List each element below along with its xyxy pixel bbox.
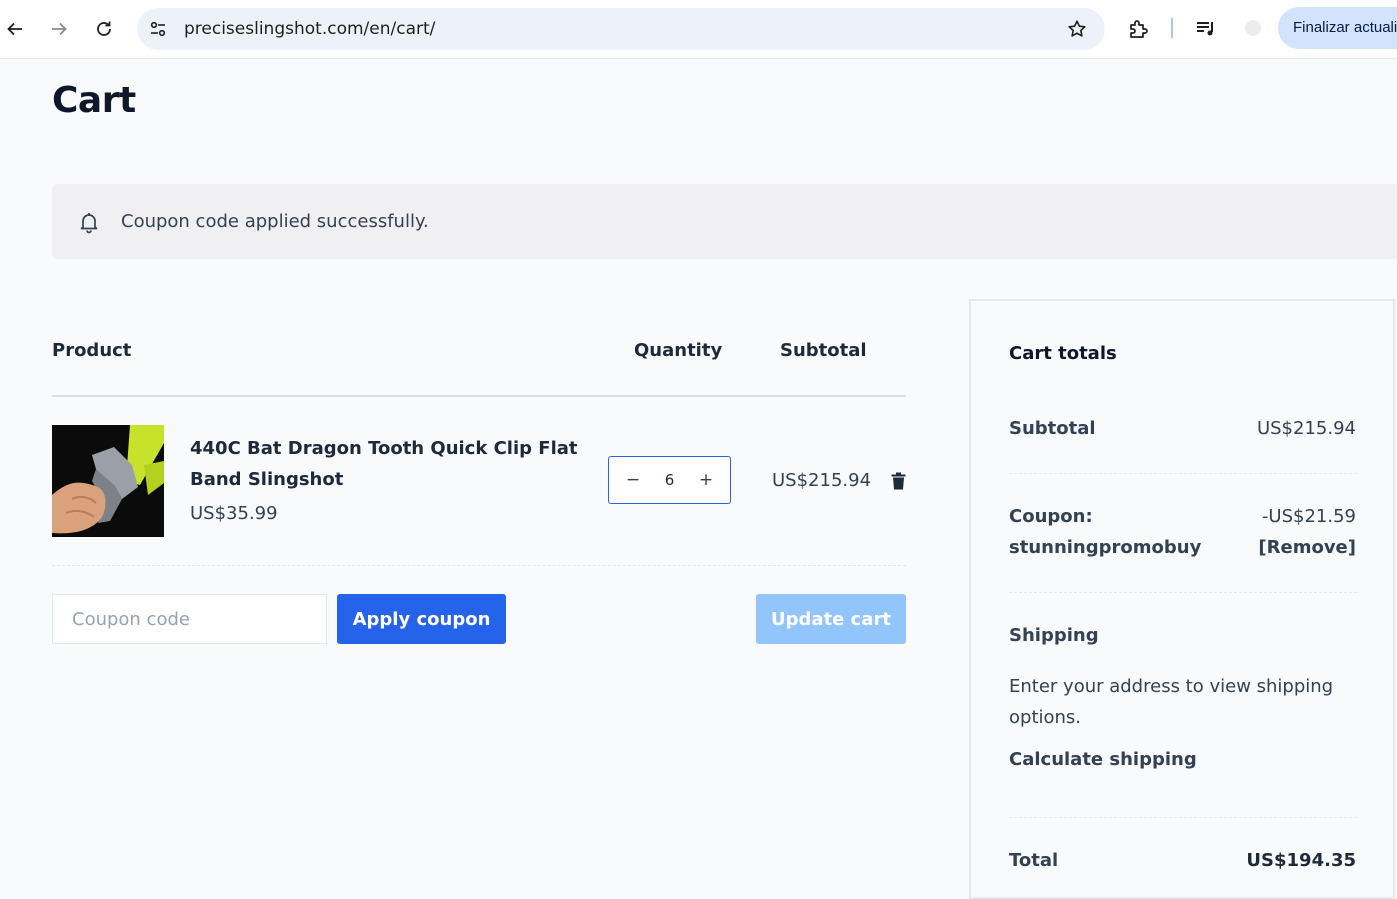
quantity-value[interactable]: 6 <box>649 457 690 503</box>
quantity-increase-button[interactable]: + <box>686 457 726 503</box>
product-thumbnail[interactable] <box>52 425 164 537</box>
notice-message: Coupon code applied successfully. <box>121 211 429 232</box>
header-subtotal: Subtotal <box>780 340 867 361</box>
reload-icon[interactable] <box>89 14 119 44</box>
trash-icon[interactable] <box>890 472 907 490</box>
back-arrow-icon[interactable] <box>0 14 30 44</box>
apply-coupon-button[interactable]: Apply coupon <box>337 594 506 644</box>
bell-icon <box>80 213 98 234</box>
cart-totals-panel: Cart totals Subtotal US$215.94 Coupon: s… <box>969 299 1395 899</box>
shipping-label: Shipping <box>1009 625 1099 646</box>
address-bar[interactable]: preciseslingshot.com/en/cart/ <box>137 8 1105 50</box>
product-price: US$35.99 <box>190 503 278 524</box>
coupon-notice: Coupon code applied successfully. <box>52 184 1397 259</box>
remove-coupon-link[interactable]: [Remove] <box>1258 537 1356 558</box>
coupon-code-name: stunningpromobuy <box>1009 537 1202 558</box>
cart-totals-title: Cart totals <box>1009 343 1117 364</box>
site-settings-icon[interactable] <box>148 19 168 39</box>
update-browser-button[interactable]: Finalizar actualiz <box>1278 7 1397 49</box>
media-queue-icon[interactable] <box>1194 17 1218 41</box>
total-label: Total <box>1009 850 1059 871</box>
header-quantity: Quantity <box>634 340 723 361</box>
coupon-discount-value: -US$21.59 <box>1261 506 1356 527</box>
extension-icon[interactable] <box>1127 17 1151 41</box>
product-name-link[interactable]: 440C Bat Dragon Tooth Quick Clip Flat Ba… <box>190 433 590 495</box>
quantity-stepper[interactable]: − 6 + <box>608 456 731 504</box>
shipping-info-text: Enter your address to view shipping opti… <box>1009 676 1334 728</box>
browser-toolbar: preciseslingshot.com/en/cart/ Finalizar … <box>0 0 1397 59</box>
row-divider <box>52 565 906 566</box>
toolbar-divider <box>1171 18 1173 38</box>
profile-icon[interactable] <box>1243 18 1263 38</box>
totals-divider <box>1009 473 1357 474</box>
totals-divider <box>1009 817 1357 818</box>
header-product: Product <box>52 340 132 361</box>
table-header-divider <box>52 395 906 397</box>
quantity-decrease-button[interactable]: − <box>613 457 653 503</box>
totals-subtotal-value: US$215.94 <box>1256 418 1356 439</box>
forward-arrow-icon[interactable] <box>44 14 74 44</box>
page-title: Cart <box>52 80 136 121</box>
totals-divider <box>1009 592 1357 593</box>
coupon-label: Coupon: <box>1009 506 1093 527</box>
totals-subtotal-label: Subtotal <box>1009 418 1096 439</box>
update-cart-button[interactable]: Update cart <box>756 594 906 644</box>
row-subtotal: US$215.94 <box>772 470 872 491</box>
star-icon[interactable] <box>1067 19 1087 39</box>
calculate-shipping-link[interactable]: Calculate shipping <box>1009 749 1197 770</box>
coupon-code-input[interactable] <box>52 594 327 644</box>
total-value: US$194.35 <box>1246 850 1356 871</box>
url-text[interactable]: preciseslingshot.com/en/cart/ <box>184 8 435 50</box>
